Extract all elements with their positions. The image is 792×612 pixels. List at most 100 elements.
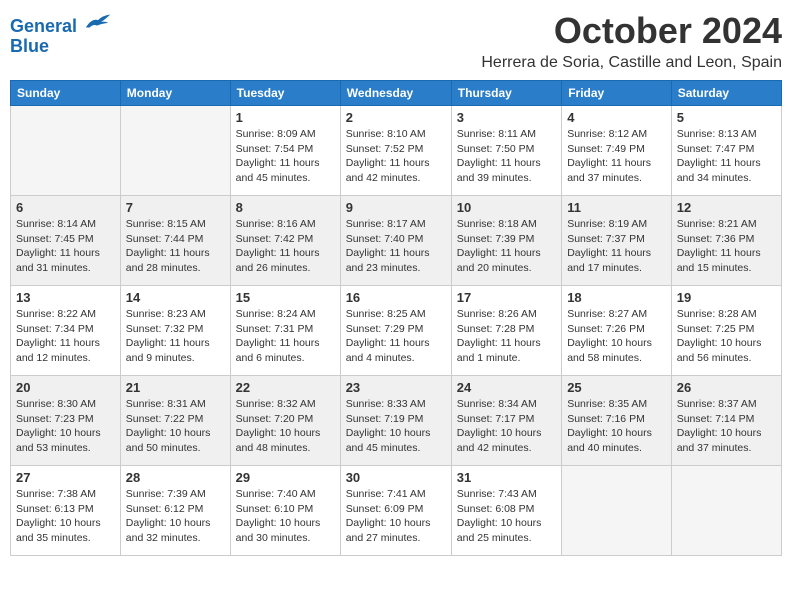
calendar-cell: 3 Sunrise: 8:11 AM Sunset: 7:50 PM Daylig… bbox=[451, 106, 561, 196]
logo: General Blue bbox=[10, 10, 112, 57]
day-info: Sunrise: 8:09 AM Sunset: 7:54 PM Dayligh… bbox=[236, 127, 335, 186]
day-number: 11 bbox=[567, 200, 666, 215]
day-info: Sunrise: 8:12 AM Sunset: 7:49 PM Dayligh… bbox=[567, 127, 666, 186]
calendar-week-row: 20Sunrise: 8:30 AM Sunset: 7:23 PM Dayli… bbox=[11, 376, 782, 466]
calendar-cell: 19 Sunrise: 8:28 AM Sunset: 7:25 PM Dayli… bbox=[671, 286, 781, 376]
calendar-cell: 21Sunrise: 8:31 AM Sunset: 7:22 PM Dayli… bbox=[120, 376, 230, 466]
day-info: Sunrise: 8:25 AM Sunset: 7:29 PM Dayligh… bbox=[346, 307, 446, 366]
calendar-cell bbox=[120, 106, 230, 196]
day-number: 26 bbox=[677, 380, 776, 395]
day-number: 15 bbox=[236, 290, 335, 305]
day-number: 9 bbox=[346, 200, 446, 215]
calendar-cell: 29 Sunrise: 7:40 AM Sunset: 6:10 PM Dayli… bbox=[230, 466, 340, 556]
day-number: 8 bbox=[236, 200, 335, 215]
logo-bird-icon bbox=[84, 10, 112, 32]
day-number: 7 bbox=[126, 200, 225, 215]
day-number: 22 bbox=[236, 380, 335, 395]
location-subtitle: Herrera de Soria, Castille and Leon, Spa… bbox=[481, 54, 782, 72]
day-number: 5 bbox=[677, 110, 776, 125]
day-number: 6 bbox=[16, 200, 115, 215]
calendar-cell: 8 Sunrise: 8:16 AM Sunset: 7:42 PM Daylig… bbox=[230, 196, 340, 286]
calendar-cell: 9 Sunrise: 8:17 AM Sunset: 7:40 PM Daylig… bbox=[340, 196, 451, 286]
calendar-cell bbox=[562, 466, 672, 556]
day-number: 10 bbox=[457, 200, 556, 215]
day-number: 31 bbox=[457, 470, 556, 485]
calendar-cell: 25Sunrise: 8:35 AM Sunset: 7:16 PM Dayli… bbox=[562, 376, 672, 466]
calendar-cell: 1Sunrise: 8:09 AM Sunset: 7:54 PM Daylig… bbox=[230, 106, 340, 196]
day-number: 27 bbox=[16, 470, 115, 485]
day-info: Sunrise: 7:43 AM Sunset: 6:08 PM Dayligh… bbox=[457, 487, 556, 546]
month-title: October 2024 bbox=[481, 10, 782, 52]
calendar-cell: 7 Sunrise: 8:15 AM Sunset: 7:44 PM Daylig… bbox=[120, 196, 230, 286]
calendar-cell: 16 Sunrise: 8:25 AM Sunset: 7:29 PM Dayli… bbox=[340, 286, 451, 376]
calendar-cell: 5 Sunrise: 8:13 AM Sunset: 7:47 PM Daylig… bbox=[671, 106, 781, 196]
weekday-header-row: SundayMondayTuesdayWednesdayThursdayFrid… bbox=[11, 81, 782, 106]
day-info: Sunrise: 8:22 AM Sunset: 7:34 PM Dayligh… bbox=[16, 307, 115, 366]
calendar-cell: 18 Sunrise: 8:27 AM Sunset: 7:26 PM Dayli… bbox=[562, 286, 672, 376]
day-number: 2 bbox=[346, 110, 446, 125]
day-number: 23 bbox=[346, 380, 446, 395]
calendar-cell: 23 Sunrise: 8:33 AM Sunset: 7:19 PM Dayli… bbox=[340, 376, 451, 466]
day-info: Sunrise: 7:39 AM Sunset: 6:12 PM Dayligh… bbox=[126, 487, 225, 546]
calendar-cell: 28 Sunrise: 7:39 AM Sunset: 6:12 PM Dayli… bbox=[120, 466, 230, 556]
logo-text: General bbox=[10, 10, 112, 37]
day-info: Sunrise: 8:15 AM Sunset: 7:44 PM Dayligh… bbox=[126, 217, 225, 276]
day-number: 4 bbox=[567, 110, 666, 125]
calendar-cell: 31 Sunrise: 7:43 AM Sunset: 6:08 PM Dayli… bbox=[451, 466, 561, 556]
day-info: Sunrise: 8:11 AM Sunset: 7:50 PM Dayligh… bbox=[457, 127, 556, 186]
weekday-header-thursday: Thursday bbox=[451, 81, 561, 106]
calendar-cell: 24 Sunrise: 8:34 AM Sunset: 7:17 PM Dayli… bbox=[451, 376, 561, 466]
day-info: Sunrise: 8:32 AM Sunset: 7:20 PM Dayligh… bbox=[236, 397, 335, 456]
day-number: 28 bbox=[126, 470, 225, 485]
day-number: 18 bbox=[567, 290, 666, 305]
weekday-header-saturday: Saturday bbox=[671, 81, 781, 106]
day-number: 24 bbox=[457, 380, 556, 395]
day-info: Sunrise: 8:33 AM Sunset: 7:19 PM Dayligh… bbox=[346, 397, 446, 456]
day-info: Sunrise: 8:28 AM Sunset: 7:25 PM Dayligh… bbox=[677, 307, 776, 366]
day-info: Sunrise: 8:18 AM Sunset: 7:39 PM Dayligh… bbox=[457, 217, 556, 276]
day-number: 29 bbox=[236, 470, 335, 485]
day-info: Sunrise: 8:10 AM Sunset: 7:52 PM Dayligh… bbox=[346, 127, 446, 186]
title-area: October 2024 Herrera de Soria, Castille … bbox=[481, 10, 782, 72]
day-number: 3 bbox=[457, 110, 556, 125]
day-number: 16 bbox=[346, 290, 446, 305]
day-number: 21 bbox=[126, 380, 225, 395]
day-info: Sunrise: 7:41 AM Sunset: 6:09 PM Dayligh… bbox=[346, 487, 446, 546]
day-info: Sunrise: 7:40 AM Sunset: 6:10 PM Dayligh… bbox=[236, 487, 335, 546]
day-info: Sunrise: 8:14 AM Sunset: 7:45 PM Dayligh… bbox=[16, 217, 115, 276]
calendar-cell: 22 Sunrise: 8:32 AM Sunset: 7:20 PM Dayli… bbox=[230, 376, 340, 466]
day-info: Sunrise: 8:30 AM Sunset: 7:23 PM Dayligh… bbox=[16, 397, 115, 456]
calendar-cell: 12Sunrise: 8:21 AM Sunset: 7:36 PM Dayli… bbox=[671, 196, 781, 286]
day-info: Sunrise: 8:23 AM Sunset: 7:32 PM Dayligh… bbox=[126, 307, 225, 366]
calendar-cell: 20Sunrise: 8:30 AM Sunset: 7:23 PM Dayli… bbox=[11, 376, 121, 466]
calendar-cell: 2 Sunrise: 8:10 AM Sunset: 7:52 PM Daylig… bbox=[340, 106, 451, 196]
calendar-cell: 6 Sunrise: 8:14 AM Sunset: 7:45 PM Daylig… bbox=[11, 196, 121, 286]
logo-blue-text: Blue bbox=[10, 37, 112, 57]
day-number: 30 bbox=[346, 470, 446, 485]
weekday-header-monday: Monday bbox=[120, 81, 230, 106]
day-number: 14 bbox=[126, 290, 225, 305]
day-number: 25 bbox=[567, 380, 666, 395]
calendar-cell: 4 Sunrise: 8:12 AM Sunset: 7:49 PM Daylig… bbox=[562, 106, 672, 196]
calendar-cell: 27Sunrise: 7:38 AM Sunset: 6:13 PM Dayli… bbox=[11, 466, 121, 556]
calendar-week-row: 1Sunrise: 8:09 AM Sunset: 7:54 PM Daylig… bbox=[11, 106, 782, 196]
day-info: Sunrise: 8:19 AM Sunset: 7:37 PM Dayligh… bbox=[567, 217, 666, 276]
day-info: Sunrise: 8:27 AM Sunset: 7:26 PM Dayligh… bbox=[567, 307, 666, 366]
calendar-cell: 26Sunrise: 8:37 AM Sunset: 7:14 PM Dayli… bbox=[671, 376, 781, 466]
day-info: Sunrise: 8:16 AM Sunset: 7:42 PM Dayligh… bbox=[236, 217, 335, 276]
day-number: 19 bbox=[677, 290, 776, 305]
day-info: Sunrise: 8:17 AM Sunset: 7:40 PM Dayligh… bbox=[346, 217, 446, 276]
calendar-week-row: 6 Sunrise: 8:14 AM Sunset: 7:45 PM Daylig… bbox=[11, 196, 782, 286]
calendar-cell: 11 Sunrise: 8:19 AM Sunset: 7:37 PM Dayli… bbox=[562, 196, 672, 286]
calendar-cell bbox=[671, 466, 781, 556]
weekday-header-sunday: Sunday bbox=[11, 81, 121, 106]
weekday-header-friday: Friday bbox=[562, 81, 672, 106]
header: General Blue October 2024 Herrera de Sor… bbox=[10, 10, 782, 72]
day-info: Sunrise: 8:13 AM Sunset: 7:47 PM Dayligh… bbox=[677, 127, 776, 186]
calendar-cell: 30 Sunrise: 7:41 AM Sunset: 6:09 PM Dayli… bbox=[340, 466, 451, 556]
calendar-cell bbox=[11, 106, 121, 196]
weekday-header-wednesday: Wednesday bbox=[340, 81, 451, 106]
calendar-cell: 13Sunrise: 8:22 AM Sunset: 7:34 PM Dayli… bbox=[11, 286, 121, 376]
day-info: Sunrise: 8:34 AM Sunset: 7:17 PM Dayligh… bbox=[457, 397, 556, 456]
calendar-cell: 15Sunrise: 8:24 AM Sunset: 7:31 PM Dayli… bbox=[230, 286, 340, 376]
